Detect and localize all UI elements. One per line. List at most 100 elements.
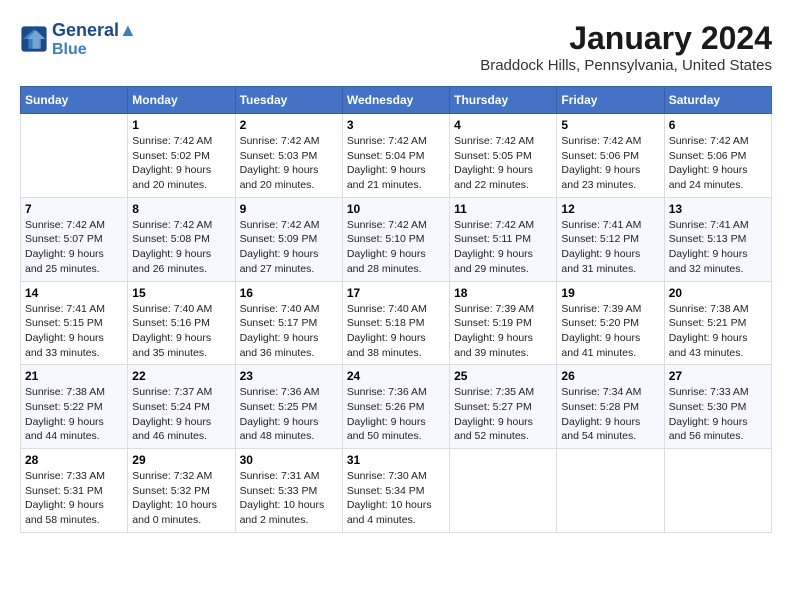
cell-info: Sunrise: 7:42 AMSunset: 5:11 PMDaylight:… bbox=[454, 218, 552, 277]
weekday-header-monday: Monday bbox=[128, 87, 235, 114]
day-number: 4 bbox=[454, 118, 552, 132]
day-number: 8 bbox=[132, 202, 230, 216]
calendar-cell: 22 Sunrise: 7:37 AMSunset: 5:24 PMDayligh… bbox=[128, 365, 235, 449]
calendar-week-row: 21 Sunrise: 7:38 AMSunset: 5:22 PMDayligh… bbox=[21, 365, 772, 449]
calendar-cell: 20 Sunrise: 7:38 AMSunset: 5:21 PMDayligh… bbox=[664, 281, 771, 365]
calendar-cell: 30 Sunrise: 7:31 AMSunset: 5:33 PMDayligh… bbox=[235, 449, 342, 533]
cell-info: Sunrise: 7:38 AMSunset: 5:22 PMDaylight:… bbox=[25, 385, 123, 444]
cell-info: Sunrise: 7:36 AMSunset: 5:26 PMDaylight:… bbox=[347, 385, 445, 444]
calendar-cell: 18 Sunrise: 7:39 AMSunset: 5:19 PMDayligh… bbox=[450, 281, 557, 365]
cell-info: Sunrise: 7:37 AMSunset: 5:24 PMDaylight:… bbox=[132, 385, 230, 444]
calendar-cell: 1Sunrise: 7:42 AMSunset: 5:02 PMDaylight… bbox=[128, 114, 235, 198]
calendar-cell: 15 Sunrise: 7:40 AMSunset: 5:16 PMDayligh… bbox=[128, 281, 235, 365]
day-number: 20 bbox=[669, 286, 767, 300]
calendar-cell: 4 Sunrise: 7:42 AMSunset: 5:05 PMDaylight… bbox=[450, 114, 557, 198]
day-number: 25 bbox=[454, 369, 552, 383]
cell-info: Sunrise: 7:42 AMSunset: 5:10 PMDaylight:… bbox=[347, 218, 445, 277]
cell-info: Sunrise: 7:42 AMSunset: 5:04 PMDaylight:… bbox=[347, 134, 445, 193]
day-number: 31 bbox=[347, 453, 445, 467]
cell-info: Sunrise: 7:31 AMSunset: 5:33 PMDaylight:… bbox=[240, 469, 338, 528]
day-number: 21 bbox=[25, 369, 123, 383]
calendar-cell: 12 Sunrise: 7:41 AMSunset: 5:12 PMDayligh… bbox=[557, 197, 664, 281]
day-number: 24 bbox=[347, 369, 445, 383]
cell-info: Sunrise: 7:42 AMSunset: 5:06 PMDaylight:… bbox=[669, 134, 767, 193]
calendar-cell bbox=[664, 449, 771, 533]
logo: General▲ Blue bbox=[20, 20, 137, 58]
cell-info: Sunrise: 7:42 AMSunset: 5:06 PMDaylight:… bbox=[561, 134, 659, 193]
calendar-cell: 19 Sunrise: 7:39 AMSunset: 5:20 PMDayligh… bbox=[557, 281, 664, 365]
day-number: 28 bbox=[25, 453, 123, 467]
day-number: 18 bbox=[454, 286, 552, 300]
weekday-header-thursday: Thursday bbox=[450, 87, 557, 114]
calendar-cell: 11 Sunrise: 7:42 AMSunset: 5:11 PMDayligh… bbox=[450, 197, 557, 281]
cell-info: Sunrise: 7:39 AMSunset: 5:20 PMDaylight:… bbox=[561, 302, 659, 361]
cell-info: Sunrise: 7:30 AMSunset: 5:34 PMDaylight:… bbox=[347, 469, 445, 528]
logo-icon bbox=[20, 25, 48, 53]
day-number: 12 bbox=[561, 202, 659, 216]
cell-info: Sunrise: 7:41 AMSunset: 5:15 PMDaylight:… bbox=[25, 302, 123, 361]
calendar-cell: 9Sunrise: 7:42 AMSunset: 5:09 PMDaylight… bbox=[235, 197, 342, 281]
cell-info: Sunrise: 7:39 AMSunset: 5:19 PMDaylight:… bbox=[454, 302, 552, 361]
cell-info: Sunrise: 7:32 AMSunset: 5:32 PMDaylight:… bbox=[132, 469, 230, 528]
calendar-cell: 26Sunrise: 7:34 AMSunset: 5:28 PMDayligh… bbox=[557, 365, 664, 449]
day-number: 17 bbox=[347, 286, 445, 300]
calendar-cell: 6 Sunrise: 7:42 AMSunset: 5:06 PMDaylight… bbox=[664, 114, 771, 198]
page-header: General▲ Blue January 2024 Braddock Hill… bbox=[20, 20, 772, 74]
weekday-header-sunday: Sunday bbox=[21, 87, 128, 114]
cell-info: Sunrise: 7:41 AMSunset: 5:13 PMDaylight:… bbox=[669, 218, 767, 277]
title-area: January 2024 Braddock Hills, Pennsylvani… bbox=[480, 20, 772, 74]
day-number: 15 bbox=[132, 286, 230, 300]
day-number: 16 bbox=[240, 286, 338, 300]
calendar-cell: 13Sunrise: 7:41 AMSunset: 5:13 PMDayligh… bbox=[664, 197, 771, 281]
cell-info: Sunrise: 7:35 AMSunset: 5:27 PMDaylight:… bbox=[454, 385, 552, 444]
calendar-cell: 25 Sunrise: 7:35 AMSunset: 5:27 PMDayligh… bbox=[450, 365, 557, 449]
day-number: 27 bbox=[669, 369, 767, 383]
cell-info: Sunrise: 7:33 AMSunset: 5:31 PMDaylight:… bbox=[25, 469, 123, 528]
cell-info: Sunrise: 7:42 AMSunset: 5:03 PMDaylight:… bbox=[240, 134, 338, 193]
calendar-cell: 8 Sunrise: 7:42 AMSunset: 5:08 PMDaylight… bbox=[128, 197, 235, 281]
day-number: 22 bbox=[132, 369, 230, 383]
cell-info: Sunrise: 7:42 AMSunset: 5:05 PMDaylight:… bbox=[454, 134, 552, 193]
location-title: Braddock Hills, Pennsylvania, United Sta… bbox=[480, 57, 772, 74]
cell-info: Sunrise: 7:40 AMSunset: 5:16 PMDaylight:… bbox=[132, 302, 230, 361]
day-number: 19 bbox=[561, 286, 659, 300]
cell-info: Sunrise: 7:38 AMSunset: 5:21 PMDaylight:… bbox=[669, 302, 767, 361]
cell-info: Sunrise: 7:36 AMSunset: 5:25 PMDaylight:… bbox=[240, 385, 338, 444]
cell-info: Sunrise: 7:33 AMSunset: 5:30 PMDaylight:… bbox=[669, 385, 767, 444]
month-title: January 2024 bbox=[480, 20, 772, 57]
calendar-cell: 17 Sunrise: 7:40 AMSunset: 5:18 PMDayligh… bbox=[342, 281, 449, 365]
day-number: 23 bbox=[240, 369, 338, 383]
calendar-cell bbox=[557, 449, 664, 533]
cell-info: Sunrise: 7:42 AMSunset: 5:08 PMDaylight:… bbox=[132, 218, 230, 277]
day-number: 9 bbox=[240, 202, 338, 216]
cell-info: Sunrise: 7:40 AMSunset: 5:17 PMDaylight:… bbox=[240, 302, 338, 361]
calendar-cell: 24 Sunrise: 7:36 AMSunset: 5:26 PMDayligh… bbox=[342, 365, 449, 449]
calendar-week-row: 28 Sunrise: 7:33 AMSunset: 5:31 PMDayligh… bbox=[21, 449, 772, 533]
day-number: 11 bbox=[454, 202, 552, 216]
weekday-header-wednesday: Wednesday bbox=[342, 87, 449, 114]
calendar-cell: 28 Sunrise: 7:33 AMSunset: 5:31 PMDayligh… bbox=[21, 449, 128, 533]
calendar-week-row: 7Sunrise: 7:42 AMSunset: 5:07 PMDaylight… bbox=[21, 197, 772, 281]
calendar-cell: 7Sunrise: 7:42 AMSunset: 5:07 PMDaylight… bbox=[21, 197, 128, 281]
calendar-cell: 2 Sunrise: 7:42 AMSunset: 5:03 PMDaylight… bbox=[235, 114, 342, 198]
day-number: 3 bbox=[347, 118, 445, 132]
calendar-cell: 16 Sunrise: 7:40 AMSunset: 5:17 PMDayligh… bbox=[235, 281, 342, 365]
weekday-header-saturday: Saturday bbox=[664, 87, 771, 114]
calendar-cell bbox=[450, 449, 557, 533]
day-number: 5 bbox=[561, 118, 659, 132]
cell-info: Sunrise: 7:34 AMSunset: 5:28 PMDaylight:… bbox=[561, 385, 659, 444]
calendar-cell: 27 Sunrise: 7:33 AMSunset: 5:30 PMDayligh… bbox=[664, 365, 771, 449]
cell-info: Sunrise: 7:40 AMSunset: 5:18 PMDaylight:… bbox=[347, 302, 445, 361]
weekday-header-row: SundayMondayTuesdayWednesdayThursdayFrid… bbox=[21, 87, 772, 114]
cell-info: Sunrise: 7:41 AMSunset: 5:12 PMDaylight:… bbox=[561, 218, 659, 277]
day-number: 30 bbox=[240, 453, 338, 467]
calendar-cell: 10Sunrise: 7:42 AMSunset: 5:10 PMDayligh… bbox=[342, 197, 449, 281]
calendar-cell: 23 Sunrise: 7:36 AMSunset: 5:25 PMDayligh… bbox=[235, 365, 342, 449]
calendar-cell: 5 Sunrise: 7:42 AMSunset: 5:06 PMDaylight… bbox=[557, 114, 664, 198]
day-number: 6 bbox=[669, 118, 767, 132]
weekday-header-friday: Friday bbox=[557, 87, 664, 114]
day-number: 2 bbox=[240, 118, 338, 132]
day-number: 14 bbox=[25, 286, 123, 300]
calendar-cell: 3 Sunrise: 7:42 AMSunset: 5:04 PMDaylight… bbox=[342, 114, 449, 198]
calendar-cell: 29Sunrise: 7:32 AMSunset: 5:32 PMDayligh… bbox=[128, 449, 235, 533]
